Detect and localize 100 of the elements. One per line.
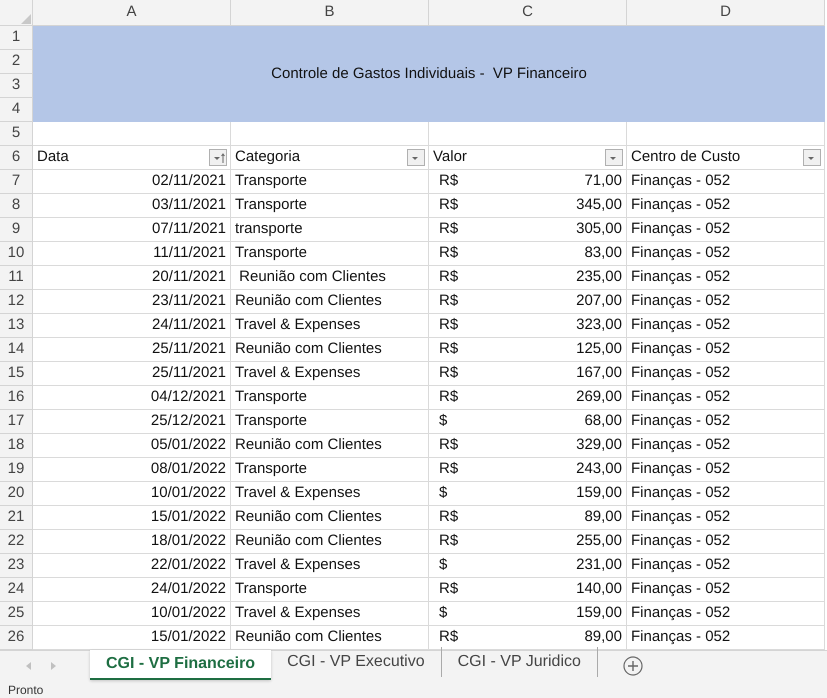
- row-header[interactable]: 14: [0, 338, 33, 362]
- amount-value: 305,00: [576, 219, 622, 240]
- date-cell: 15/01/2022: [33, 506, 231, 530]
- category-cell: Reunião com Clientes: [231, 434, 429, 458]
- currency-symbol: R$: [439, 171, 458, 192]
- sheet-tab[interactable]: CGI - VP Juridico: [442, 647, 598, 677]
- cost-center-cell: Finanças - 052: [627, 482, 825, 506]
- row-header[interactable]: 26: [0, 626, 33, 650]
- category-cell: Transporte: [231, 410, 429, 434]
- sheet-tab[interactable]: CGI - VP Financeiro: [90, 650, 272, 680]
- currency-symbol: R$: [439, 459, 458, 480]
- row-header[interactable]: 11: [0, 266, 33, 290]
- date-cell: 11/11/2021: [33, 242, 231, 266]
- row-header[interactable]: 12: [0, 290, 33, 314]
- row-header[interactable]: 2: [0, 50, 33, 74]
- row-header[interactable]: 10: [0, 242, 33, 266]
- row-header[interactable]: 25: [0, 602, 33, 626]
- row-header[interactable]: 21: [0, 506, 33, 530]
- cost-center-cell: Finanças - 052: [627, 194, 825, 218]
- filter-button[interactable]: [605, 149, 623, 166]
- currency-symbol: $: [439, 603, 448, 624]
- cost-center-cell: Finanças - 052: [627, 554, 825, 578]
- date-cell: 07/11/2021: [33, 218, 231, 242]
- currency-symbol: R$: [439, 243, 458, 264]
- cost-center-cell: Finanças - 052: [627, 242, 825, 266]
- category-cell: Reunião com Clientes: [231, 290, 429, 314]
- category-cell: transporte: [231, 218, 429, 242]
- row-header[interactable]: 17: [0, 410, 33, 434]
- date-cell: 03/11/2021: [33, 194, 231, 218]
- row-header[interactable]: 24: [0, 578, 33, 602]
- row-header[interactable]: 8: [0, 194, 33, 218]
- cost-center-cell: Finanças - 052: [627, 170, 825, 194]
- row-header[interactable]: 22: [0, 530, 33, 554]
- currency-symbol: R$: [439, 387, 458, 408]
- caret-icon: [808, 157, 814, 160]
- corner-triangle-icon: [21, 14, 31, 24]
- date-cell: 10/01/2022: [33, 602, 231, 626]
- category-cell: Transporte: [231, 194, 429, 218]
- row-header[interactable]: 23: [0, 554, 33, 578]
- row-header[interactable]: 20: [0, 482, 33, 506]
- column-header[interactable]: C: [429, 0, 627, 26]
- column-header[interactable]: B: [231, 0, 429, 26]
- category-cell: Travel & Expenses: [231, 314, 429, 338]
- category-cell: Reunião com Clientes: [231, 530, 429, 554]
- cost-center-cell: Finanças - 052: [627, 530, 825, 554]
- category-cell: Transporte: [231, 458, 429, 482]
- header-cell-text: Categoria: [235, 147, 300, 168]
- category-cell: Travel & Expenses: [231, 482, 429, 506]
- amount-value: 329,00: [576, 435, 622, 456]
- row-header[interactable]: 16: [0, 386, 33, 410]
- header-cell-text: Data: [37, 147, 69, 168]
- cost-center-cell: Finanças - 052: [627, 266, 825, 290]
- amount-value: 159,00: [576, 483, 622, 504]
- cost-center-cell: Finanças - 052: [627, 434, 825, 458]
- date-cell: 08/01/2022: [33, 458, 231, 482]
- row-header[interactable]: 4: [0, 98, 33, 122]
- row-header[interactable]: 1: [0, 26, 33, 50]
- column-header[interactable]: D: [627, 0, 825, 26]
- column-header[interactable]: A: [33, 0, 231, 26]
- date-cell: 05/01/2022: [33, 434, 231, 458]
- amount-value: 345,00: [576, 195, 622, 216]
- add-sheet-icon[interactable]: [622, 655, 644, 677]
- cost-center-cell: Finanças - 052: [627, 410, 825, 434]
- amount-value: 89,00: [584, 627, 622, 648]
- date-cell: 24/01/2022: [33, 578, 231, 602]
- caret-icon: [214, 157, 220, 160]
- sheet-tab[interactable]: CGI - VP Executivo: [271, 647, 442, 677]
- category-cell: Transporte: [231, 578, 429, 602]
- row-header[interactable]: 18: [0, 434, 33, 458]
- row-header[interactable]: 3: [0, 74, 33, 98]
- currency-symbol: R$: [439, 579, 458, 600]
- date-cell: 10/01/2022: [33, 482, 231, 506]
- currency-symbol: R$: [439, 507, 458, 528]
- amount-value: 68,00: [584, 411, 622, 432]
- currency-symbol: R$: [439, 267, 458, 288]
- row-header[interactable]: 5: [0, 122, 33, 146]
- category-cell: Transporte: [231, 170, 429, 194]
- row-header[interactable]: 13: [0, 314, 33, 338]
- cost-center-cell: Finanças - 052: [627, 290, 825, 314]
- row-header[interactable]: 9: [0, 218, 33, 242]
- currency-symbol: $: [439, 483, 448, 504]
- amount-value: 71,00: [584, 171, 622, 192]
- row-header[interactable]: 7: [0, 170, 33, 194]
- amount-value: 83,00: [584, 243, 622, 264]
- filter-button[interactable]: [407, 149, 425, 166]
- category-cell: Transporte: [231, 386, 429, 410]
- filter-button[interactable]: [209, 149, 227, 166]
- row-header[interactable]: 6: [0, 146, 33, 170]
- category-cell: Travel & Expenses: [231, 362, 429, 386]
- date-cell: 18/01/2022: [33, 530, 231, 554]
- currency-symbol: R$: [439, 531, 458, 552]
- caret-icon: [412, 157, 418, 160]
- cost-center-cell: Finanças - 052: [627, 338, 825, 362]
- filter-button[interactable]: [803, 149, 821, 166]
- row-header[interactable]: 15: [0, 362, 33, 386]
- cost-center-cell: Finanças - 052: [627, 362, 825, 386]
- cost-center-cell: Finanças - 052: [627, 602, 825, 626]
- currency-symbol: R$: [439, 195, 458, 216]
- row-header[interactable]: 19: [0, 458, 33, 482]
- date-cell: 25/11/2021: [33, 338, 231, 362]
